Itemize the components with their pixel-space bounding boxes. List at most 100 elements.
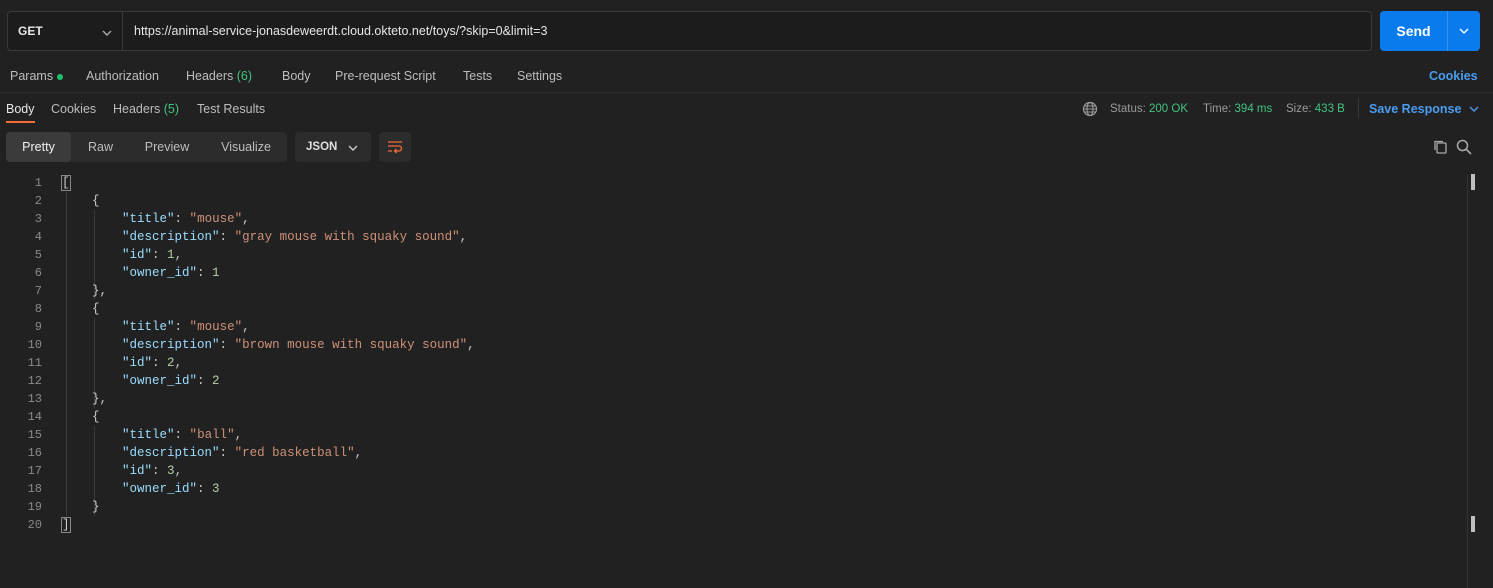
json-number-value: 3 <box>212 482 220 496</box>
json-brace: { <box>62 410 100 424</box>
line-number: 16 <box>27 446 42 460</box>
format-label: JSON <box>306 141 338 153</box>
json-key: "title" <box>122 428 175 442</box>
view-visualize[interactable]: Visualize <box>206 132 286 162</box>
json-number-value: 2 <box>212 374 220 388</box>
tab-params[interactable]: Params <box>10 67 64 85</box>
time-value: 394 ms <box>1234 103 1273 115</box>
code-line: [ <box>61 174 475 192</box>
code-line: { <box>62 300 475 318</box>
request-bar: GET https://animal-service-jonasdeweerdt… <box>7 11 1372 51</box>
code-line: "title": "ball", <box>122 428 243 442</box>
json-bracket: ] <box>61 517 71 533</box>
tab-prerequest-script[interactable]: Pre-request Script <box>335 67 436 85</box>
copy-icon[interactable] <box>1431 138 1449 156</box>
tab-authorization[interactable]: Authorization <box>86 67 159 85</box>
line-number: 18 <box>27 482 42 496</box>
response-body-editor[interactable]: [ { "title": "mouse", "description": "gr… <box>61 174 475 534</box>
json-brace: }, <box>62 284 108 298</box>
status-value: 200 OK <box>1149 103 1189 115</box>
view-mode-selector: Pretty Raw Preview Visualize <box>6 132 287 162</box>
response-tab-cookies[interactable]: Cookies <box>51 100 96 118</box>
json-key: "owner_id" <box>122 266 198 280</box>
save-response-button[interactable]: Save Response <box>1369 100 1479 118</box>
json-key: "id" <box>122 248 153 262</box>
code-line: "description": "brown mouse with squaky … <box>122 338 475 352</box>
response-tab-headers-count: (5) <box>163 102 180 116</box>
json-string-value: brown mouse with squaky sound <box>242 338 460 352</box>
tab-tests[interactable]: Tests <box>463 67 492 85</box>
status-label: Status: <box>1110 103 1146 115</box>
view-raw[interactable]: Raw <box>73 132 128 162</box>
chevron-down-icon <box>348 143 358 155</box>
json-brace: }, <box>62 392 108 406</box>
line-number: 4 <box>34 230 42 244</box>
tab-headers[interactable]: Headers (6) <box>186 67 252 85</box>
scrollbar-marker-bottom[interactable] <box>1471 516 1475 532</box>
method-select[interactable]: GET <box>8 12 123 50</box>
time-label: Time: <box>1203 103 1232 115</box>
line-number: 3 <box>34 212 42 226</box>
save-response-label: Save Response <box>1369 102 1462 116</box>
wrap-lines-button[interactable] <box>379 132 411 162</box>
line-number: 20 <box>27 518 42 532</box>
code-line: }, <box>62 390 475 408</box>
json-string-value: gray mouse with squaky sound <box>242 230 453 244</box>
chevron-down-icon <box>1459 28 1469 34</box>
code-line: "id": 2, <box>122 356 183 370</box>
format-select[interactable]: JSON <box>295 132 371 162</box>
scrollbar-marker-top[interactable] <box>1471 174 1475 190</box>
json-brace: { <box>62 194 100 208</box>
code-line: { <box>62 408 475 426</box>
size-label: Size: <box>1286 103 1312 115</box>
tab-settings[interactable]: Settings <box>517 67 562 85</box>
send-options-button[interactable] <box>1448 11 1480 51</box>
line-number: 14 <box>27 410 42 424</box>
scrollbar-track <box>1467 174 1468 588</box>
line-number: 11 <box>27 356 42 370</box>
json-key: "id" <box>122 356 153 370</box>
json-brace: { <box>62 302 100 316</box>
code-line: "owner_id": 2 <box>122 374 220 388</box>
code-line: "id": 3, <box>122 464 183 478</box>
cookies-link[interactable]: Cookies <box>1429 67 1478 85</box>
line-number: 8 <box>34 302 42 316</box>
line-number: 12 <box>27 374 42 388</box>
globe-icon[interactable] <box>1081 100 1099 118</box>
code-line: "title": "mouse", <box>122 212 250 226</box>
json-key: "title" <box>122 320 175 334</box>
send-button-group: Send <box>1380 11 1480 51</box>
line-number: 7 <box>34 284 42 298</box>
response-tab-test-results[interactable]: Test Results <box>197 100 265 118</box>
json-string-value: ball <box>197 428 228 442</box>
code-line: "description": "gray mouse with squaky s… <box>122 230 468 244</box>
active-tab-underline <box>6 121 35 123</box>
search-icon[interactable] <box>1455 138 1473 156</box>
json-number-value: 3 <box>167 464 175 478</box>
json-number-value: 1 <box>212 266 220 280</box>
params-indicator-dot <box>57 73 64 80</box>
view-pretty[interactable]: Pretty <box>6 132 71 162</box>
line-number: 2 <box>34 194 42 208</box>
json-key: "owner_id" <box>122 374 198 388</box>
send-button[interactable]: Send <box>1380 11 1447 51</box>
code-line: "description": "red basketball", <box>122 446 363 460</box>
code-line: "title": "mouse", <box>122 320 250 334</box>
tab-params-label: Params <box>10 69 54 83</box>
response-tab-body[interactable]: Body <box>6 100 35 118</box>
chevron-down-icon <box>1469 106 1479 112</box>
view-preview[interactable]: Preview <box>130 132 204 162</box>
line-number: 9 <box>34 320 42 334</box>
json-string-value: red basketball <box>242 446 348 460</box>
json-key: "description" <box>122 230 220 244</box>
tab-headers-count: (6) <box>236 69 253 83</box>
json-key: "title" <box>122 212 175 226</box>
code-line: { <box>62 192 475 210</box>
tab-body[interactable]: Body <box>282 67 311 85</box>
json-bracket: [ <box>61 175 71 191</box>
method-label: GET <box>18 24 43 38</box>
json-number-value: 2 <box>167 356 175 370</box>
json-key: "description" <box>122 446 220 460</box>
url-input[interactable]: https://animal-service-jonasdeweerdt.clo… <box>134 12 547 50</box>
response-tab-headers[interactable]: Headers (5) <box>113 100 179 118</box>
